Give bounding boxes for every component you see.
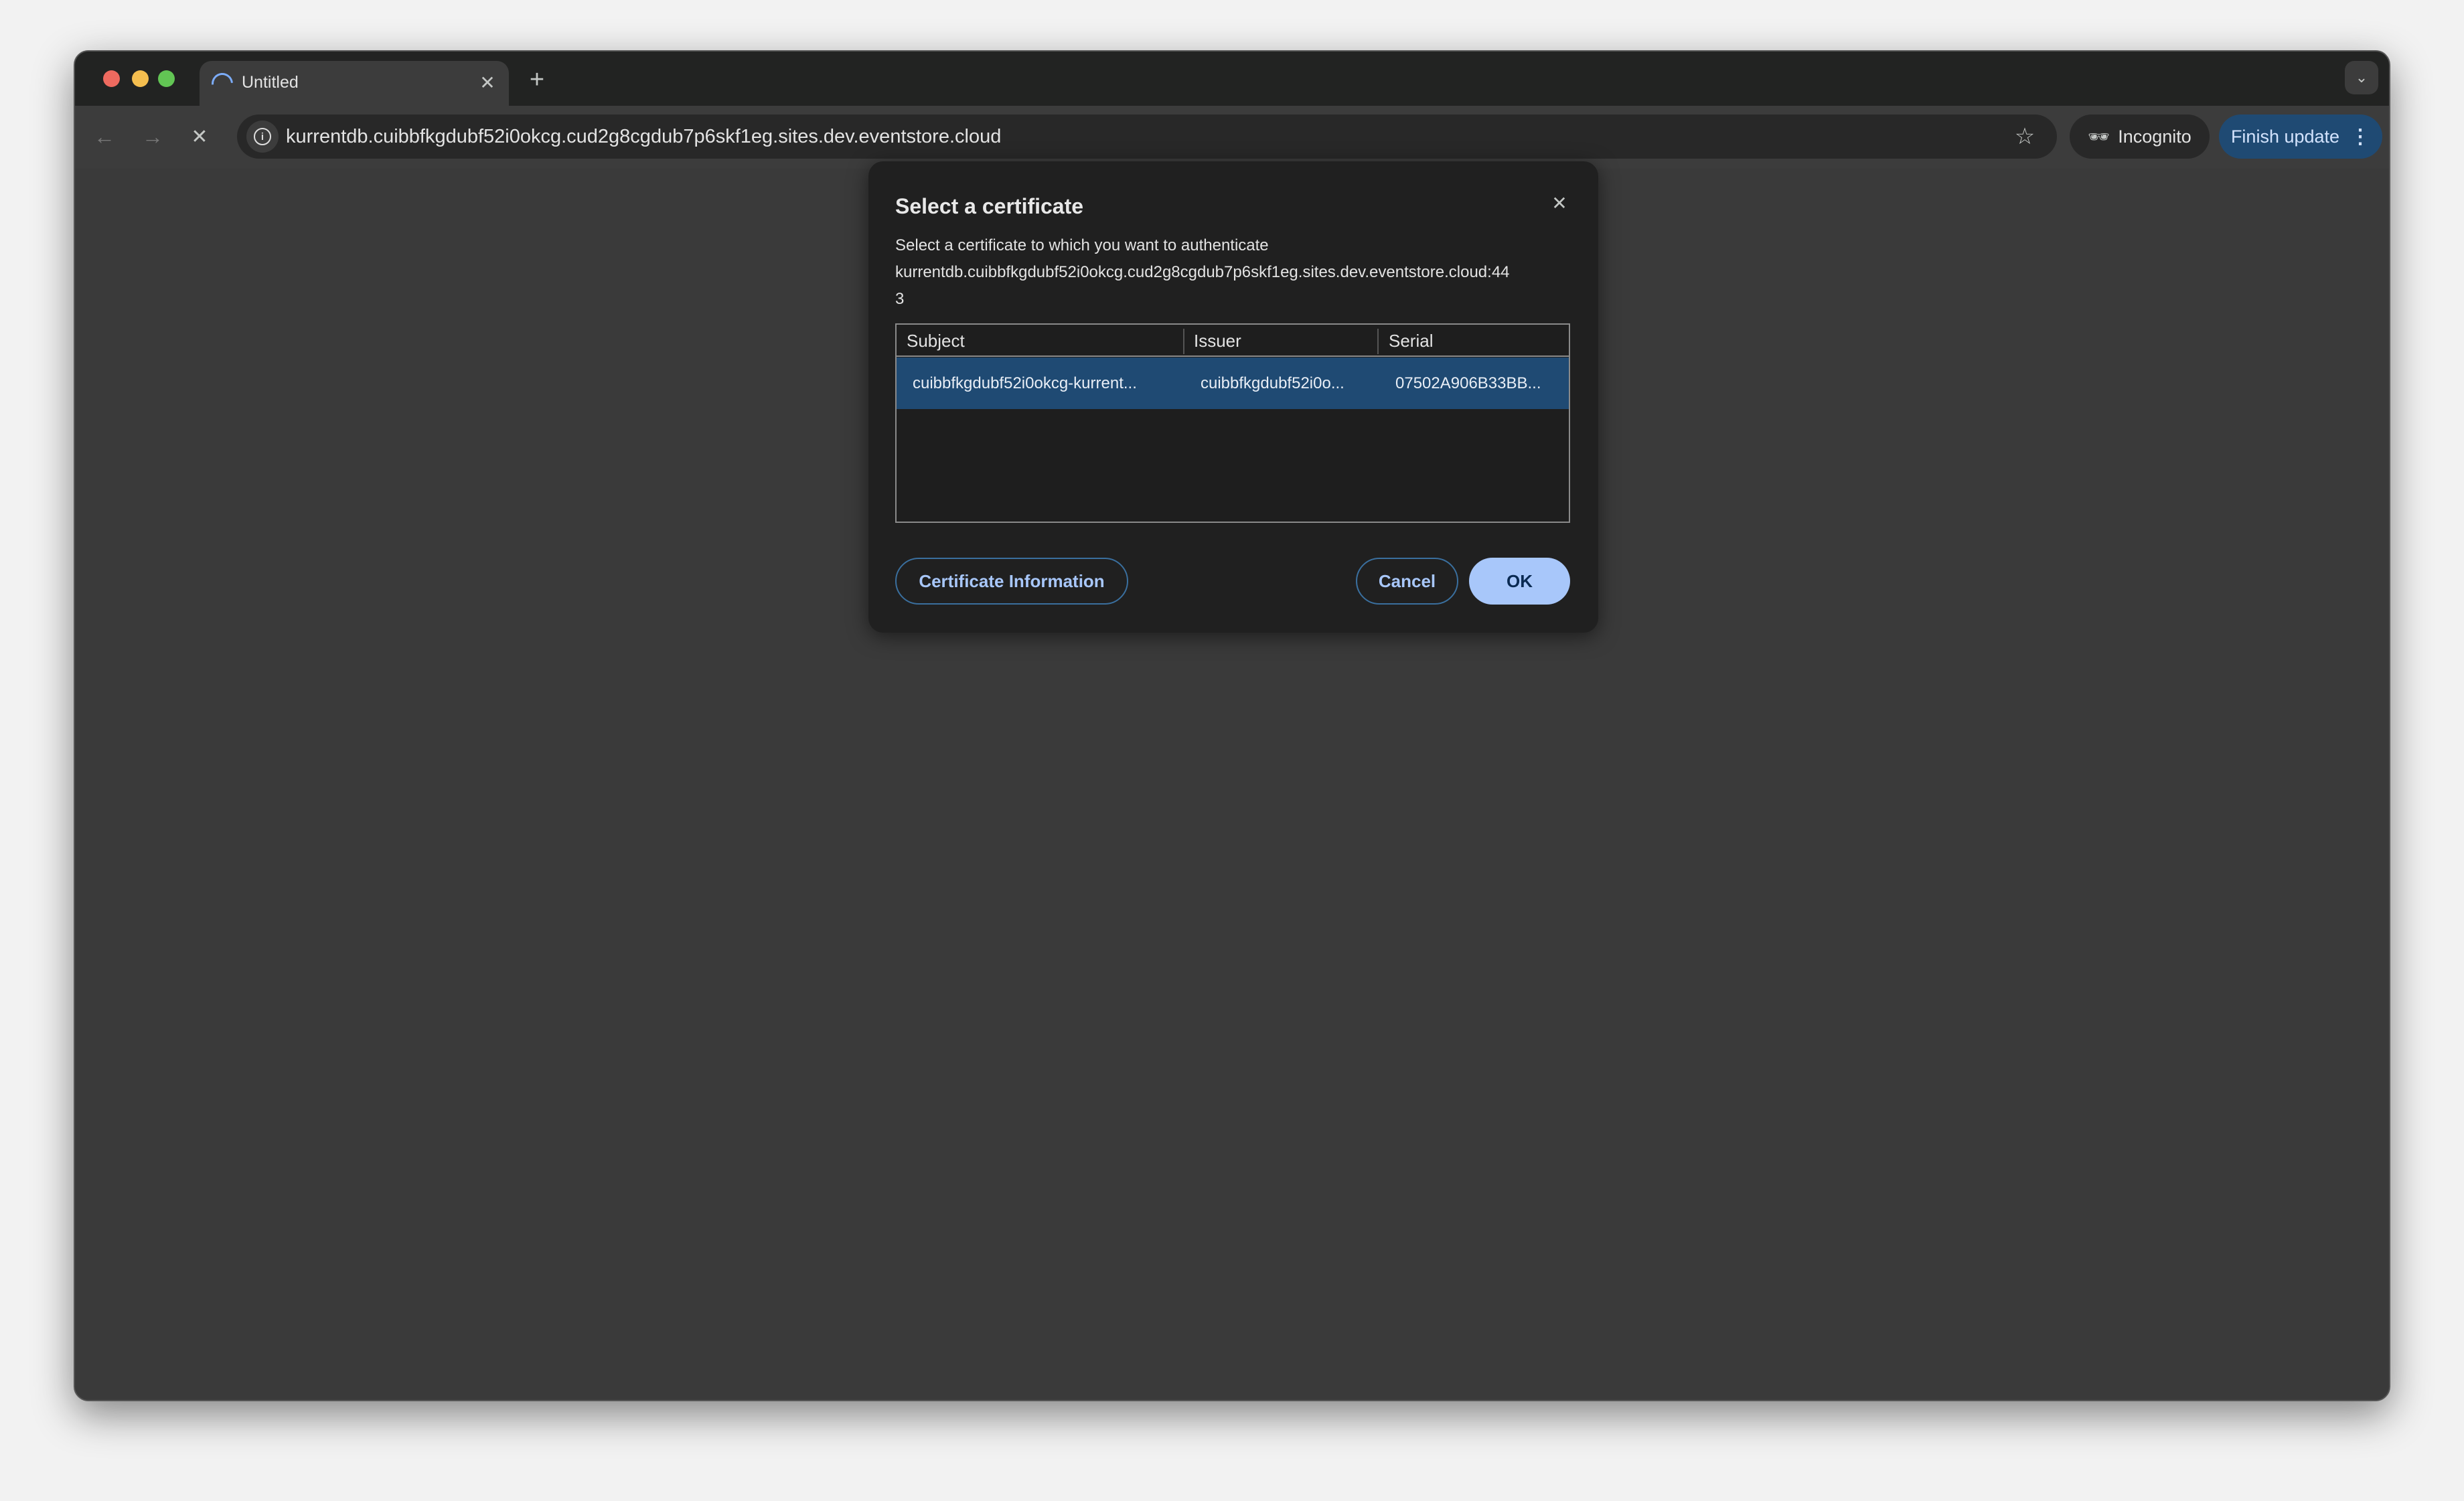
toolbar: ← → ✕ i kurrentdb.cuibbfkgdubf52i0okcg.c… bbox=[75, 106, 2389, 169]
incognito-button[interactable]: 🕶 Incognito bbox=[2070, 114, 2210, 159]
dialog-host: kurrentdb.cuibbfkgdubf52i0okcg.cud2g8cgd… bbox=[895, 263, 1510, 281]
dialog-close-icon[interactable]: ✕ bbox=[1547, 191, 1571, 215]
tab-search-chevron-down-icon[interactable]: ⌄ bbox=[2345, 61, 2378, 94]
incognito-icon: 🕶 bbox=[2088, 126, 2110, 147]
stop-loading-icon[interactable]: ✕ bbox=[186, 123, 213, 150]
dialog-title: Select a certificate bbox=[895, 194, 1084, 218]
column-header-issuer[interactable]: Issuer bbox=[1194, 325, 1241, 357]
more-vertical-icon[interactable]: ⋮ bbox=[2350, 125, 2370, 149]
dialog-host-cont: 3 bbox=[895, 290, 905, 308]
forward-arrow-icon[interactable]: → bbox=[139, 123, 166, 150]
bookmark-star-icon[interactable]: ☆ bbox=[2011, 123, 2038, 150]
incognito-label: Incognito bbox=[2118, 126, 2191, 147]
loading-spinner-icon bbox=[207, 68, 238, 99]
minimize-window-button[interactable] bbox=[132, 70, 149, 87]
tab-close-icon[interactable]: ✕ bbox=[475, 70, 499, 94]
address-bar[interactable]: i kurrentdb.cuibbfkgdubf52i0okcg.cud2g8c… bbox=[237, 114, 2057, 159]
cell-serial: 07502A906B33BB... bbox=[1395, 374, 1541, 392]
finish-update-label: Finish update bbox=[2230, 126, 2340, 147]
tab-title: Untitled bbox=[242, 73, 299, 92]
back-arrow-icon[interactable]: ← bbox=[91, 123, 118, 150]
certificate-table: Subject Issuer Serial cuibbfkgdubf52i0ok… bbox=[895, 323, 1570, 523]
column-divider[interactable] bbox=[1183, 329, 1184, 354]
column-divider[interactable] bbox=[1377, 329, 1379, 354]
dialog-description: Select a certificate to which you want t… bbox=[895, 236, 1269, 254]
select-certificate-dialog: Select a certificate ✕ Select a certific… bbox=[868, 161, 1598, 633]
new-tab-plus-icon[interactable]: + bbox=[524, 66, 550, 94]
maximize-window-button[interactable] bbox=[158, 70, 175, 87]
column-header-serial[interactable]: Serial bbox=[1389, 325, 1433, 357]
browser-window: Untitled ✕ + ⌄ ← → ✕ i kurrentdb.cuibbfk… bbox=[74, 50, 2390, 1401]
tab-strip: Untitled ✕ + ⌄ bbox=[75, 52, 2389, 106]
site-info-icon[interactable]: i bbox=[246, 121, 279, 153]
cell-issuer: cuibbfkgdubf52i0o... bbox=[1201, 374, 1344, 392]
cell-subject: cuibbfkgdubf52i0okcg-kurrent... bbox=[913, 374, 1137, 392]
finish-update-button[interactable]: Finish update ⋮ bbox=[2219, 114, 2382, 159]
table-row[interactable]: cuibbfkgdubf52i0okcg-kurrent... cuibbfkg… bbox=[897, 358, 1569, 409]
tab-untitled[interactable]: Untitled ✕ bbox=[200, 61, 509, 106]
cancel-button[interactable]: Cancel bbox=[1356, 558, 1458, 605]
ok-button[interactable]: OK bbox=[1469, 558, 1570, 605]
close-window-button[interactable] bbox=[103, 70, 120, 87]
url-text[interactable]: kurrentdb.cuibbfkgdubf52i0okcg.cud2g8cgd… bbox=[286, 126, 1001, 148]
certificate-information-button[interactable]: Certificate Information bbox=[895, 558, 1128, 605]
column-header-subject[interactable]: Subject bbox=[907, 325, 965, 357]
